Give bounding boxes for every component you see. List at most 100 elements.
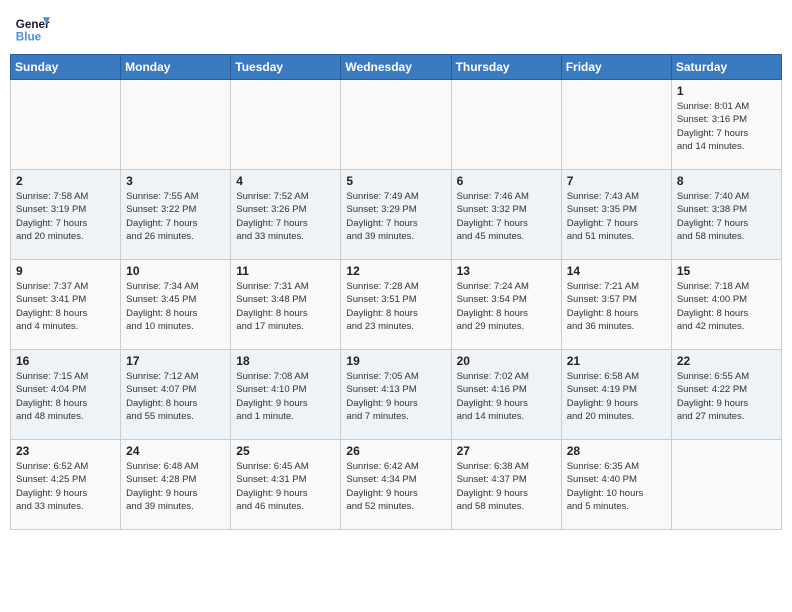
day-number: 21 bbox=[567, 354, 666, 368]
day-info: Sunrise: 7:12 AM Sunset: 4:07 PM Dayligh… bbox=[126, 370, 225, 423]
day-info: Sunrise: 7:43 AM Sunset: 3:35 PM Dayligh… bbox=[567, 190, 666, 243]
day-number: 10 bbox=[126, 264, 225, 278]
calendar-cell bbox=[671, 440, 781, 530]
day-info: Sunrise: 7:37 AM Sunset: 3:41 PM Dayligh… bbox=[16, 280, 115, 333]
calendar-cell: 27Sunrise: 6:38 AM Sunset: 4:37 PM Dayli… bbox=[451, 440, 561, 530]
day-number: 1 bbox=[677, 84, 776, 98]
day-info: Sunrise: 6:52 AM Sunset: 4:25 PM Dayligh… bbox=[16, 460, 115, 513]
calendar-week-1: 2 Sunrise: 7:58 AM Sunset: 3:19 PM Daylig… bbox=[11, 170, 782, 260]
day-info: Sunrise: 6:58 AM Sunset: 4:19 PM Dayligh… bbox=[567, 370, 666, 423]
logo-icon: General Blue bbox=[14, 10, 50, 46]
day-number: 20 bbox=[457, 354, 556, 368]
calendar-cell: 14 Sunrise: 7:21 AM Sunset: 3:57 PM Dayli… bbox=[561, 260, 671, 350]
day-number: 9 bbox=[16, 264, 115, 278]
calendar-cell: 15 Sunrise: 7:18 AM Sunset: 4:00 PM Dayli… bbox=[671, 260, 781, 350]
weekday-header-tuesday: Tuesday bbox=[231, 55, 341, 80]
calendar-cell: 20 Sunrise: 7:02 AM Sunset: 4:16 PM Dayli… bbox=[451, 350, 561, 440]
day-number: 19 bbox=[346, 354, 445, 368]
calendar-cell bbox=[11, 80, 121, 170]
calendar-header: SundayMondayTuesdayWednesdayThursdayFrid… bbox=[11, 55, 782, 80]
day-number: 25 bbox=[236, 444, 335, 458]
calendar-cell bbox=[121, 80, 231, 170]
day-number: 7 bbox=[567, 174, 666, 188]
day-number: 13 bbox=[457, 264, 556, 278]
calendar-cell bbox=[341, 80, 451, 170]
day-info: Sunrise: 7:24 AM Sunset: 3:54 PM Dayligh… bbox=[457, 280, 556, 333]
day-number: 15 bbox=[677, 264, 776, 278]
day-number: 11 bbox=[236, 264, 335, 278]
day-number: 18 bbox=[236, 354, 335, 368]
calendar-table: SundayMondayTuesdayWednesdayThursdayFrid… bbox=[10, 54, 782, 530]
weekday-header-thursday: Thursday bbox=[451, 55, 561, 80]
weekday-header-saturday: Saturday bbox=[671, 55, 781, 80]
weekday-header-friday: Friday bbox=[561, 55, 671, 80]
calendar-week-3: 16 Sunrise: 7:15 AM Sunset: 4:04 PM Dayli… bbox=[11, 350, 782, 440]
day-info: Sunrise: 7:46 AM Sunset: 3:32 PM Dayligh… bbox=[457, 190, 556, 243]
calendar-cell: 13 Sunrise: 7:24 AM Sunset: 3:54 PM Dayli… bbox=[451, 260, 561, 350]
calendar-cell bbox=[451, 80, 561, 170]
calendar-cell bbox=[231, 80, 341, 170]
calendar-week-0: 1 Sunrise: 8:01 AM Sunset: 3:16 PM Daylig… bbox=[11, 80, 782, 170]
calendar-cell: 6 Sunrise: 7:46 AM Sunset: 3:32 PM Daylig… bbox=[451, 170, 561, 260]
day-number: 16 bbox=[16, 354, 115, 368]
logo: General Blue bbox=[14, 10, 50, 46]
calendar-cell: 7 Sunrise: 7:43 AM Sunset: 3:35 PM Daylig… bbox=[561, 170, 671, 260]
day-number: 23 bbox=[16, 444, 115, 458]
day-info: Sunrise: 8:01 AM Sunset: 3:16 PM Dayligh… bbox=[677, 100, 776, 153]
calendar-cell: 21 Sunrise: 6:58 AM Sunset: 4:19 PM Dayli… bbox=[561, 350, 671, 440]
calendar-cell: 9 Sunrise: 7:37 AM Sunset: 3:41 PM Daylig… bbox=[11, 260, 121, 350]
calendar-week-2: 9 Sunrise: 7:37 AM Sunset: 3:41 PM Daylig… bbox=[11, 260, 782, 350]
day-number: 2 bbox=[16, 174, 115, 188]
day-info: Sunrise: 6:48 AM Sunset: 4:28 PM Dayligh… bbox=[126, 460, 225, 513]
day-info: Sunrise: 7:28 AM Sunset: 3:51 PM Dayligh… bbox=[346, 280, 445, 333]
day-number: 4 bbox=[236, 174, 335, 188]
calendar-cell: 25 Sunrise: 6:45 AM Sunset: 4:31 PM Dayli… bbox=[231, 440, 341, 530]
day-info: Sunrise: 7:21 AM Sunset: 3:57 PM Dayligh… bbox=[567, 280, 666, 333]
day-info: Sunrise: 7:31 AM Sunset: 3:48 PM Dayligh… bbox=[236, 280, 335, 333]
day-number: 14 bbox=[567, 264, 666, 278]
day-info: Sunrise: 7:52 AM Sunset: 3:26 PM Dayligh… bbox=[236, 190, 335, 243]
day-info: Sunrise: 6:45 AM Sunset: 4:31 PM Dayligh… bbox=[236, 460, 335, 513]
day-number: 12 bbox=[346, 264, 445, 278]
calendar-cell: 26 Sunrise: 6:42 AM Sunset: 4:34 PM Dayli… bbox=[341, 440, 451, 530]
day-info: Sunrise: 7:08 AM Sunset: 4:10 PM Dayligh… bbox=[236, 370, 335, 423]
day-info: Sunrise: 6:55 AM Sunset: 4:22 PM Dayligh… bbox=[677, 370, 776, 423]
weekday-header-wednesday: Wednesday bbox=[341, 55, 451, 80]
day-info: Sunrise: 7:55 AM Sunset: 3:22 PM Dayligh… bbox=[126, 190, 225, 243]
calendar-cell: 23 Sunrise: 6:52 AM Sunset: 4:25 PM Dayli… bbox=[11, 440, 121, 530]
day-number: 24 bbox=[126, 444, 225, 458]
weekday-header-sunday: Sunday bbox=[11, 55, 121, 80]
calendar-cell: 11 Sunrise: 7:31 AM Sunset: 3:48 PM Dayli… bbox=[231, 260, 341, 350]
calendar-cell: 1 Sunrise: 8:01 AM Sunset: 3:16 PM Daylig… bbox=[671, 80, 781, 170]
day-number: 6 bbox=[457, 174, 556, 188]
day-number: 3 bbox=[126, 174, 225, 188]
calendar-cell: 17 Sunrise: 7:12 AM Sunset: 4:07 PM Dayli… bbox=[121, 350, 231, 440]
calendar-week-4: 23 Sunrise: 6:52 AM Sunset: 4:25 PM Dayli… bbox=[11, 440, 782, 530]
day-info: Sunrise: 7:18 AM Sunset: 4:00 PM Dayligh… bbox=[677, 280, 776, 333]
day-info: Sunrise: 7:40 AM Sunset: 3:38 PM Dayligh… bbox=[677, 190, 776, 243]
day-number: 26 bbox=[346, 444, 445, 458]
calendar-cell: 8Sunrise: 7:40 AM Sunset: 3:38 PM Daylig… bbox=[671, 170, 781, 260]
calendar-cell: 28 Sunrise: 6:35 AM Sunset: 4:40 PM Dayli… bbox=[561, 440, 671, 530]
day-info: Sunrise: 7:15 AM Sunset: 4:04 PM Dayligh… bbox=[16, 370, 115, 423]
day-number: 5 bbox=[346, 174, 445, 188]
page-header: General Blue bbox=[10, 10, 782, 46]
day-number: 28 bbox=[567, 444, 666, 458]
calendar-cell: 22 Sunrise: 6:55 AM Sunset: 4:22 PM Dayli… bbox=[671, 350, 781, 440]
day-info: Sunrise: 6:42 AM Sunset: 4:34 PM Dayligh… bbox=[346, 460, 445, 513]
svg-text:Blue: Blue bbox=[16, 31, 42, 44]
day-info: Sunrise: 7:34 AM Sunset: 3:45 PM Dayligh… bbox=[126, 280, 225, 333]
calendar-cell: 2 Sunrise: 7:58 AM Sunset: 3:19 PM Daylig… bbox=[11, 170, 121, 260]
calendar-cell bbox=[561, 80, 671, 170]
calendar-cell: 4 Sunrise: 7:52 AM Sunset: 3:26 PM Daylig… bbox=[231, 170, 341, 260]
day-info: Sunrise: 7:58 AM Sunset: 3:19 PM Dayligh… bbox=[16, 190, 115, 243]
day-info: Sunrise: 6:35 AM Sunset: 4:40 PM Dayligh… bbox=[567, 460, 666, 513]
calendar-cell: 18 Sunrise: 7:08 AM Sunset: 4:10 PM Dayli… bbox=[231, 350, 341, 440]
day-number: 17 bbox=[126, 354, 225, 368]
day-number: 22 bbox=[677, 354, 776, 368]
calendar-cell: 10 Sunrise: 7:34 AM Sunset: 3:45 PM Dayli… bbox=[121, 260, 231, 350]
day-info: Sunrise: 7:02 AM Sunset: 4:16 PM Dayligh… bbox=[457, 370, 556, 423]
weekday-header-monday: Monday bbox=[121, 55, 231, 80]
day-info: Sunrise: 7:49 AM Sunset: 3:29 PM Dayligh… bbox=[346, 190, 445, 243]
day-number: 27 bbox=[457, 444, 556, 458]
